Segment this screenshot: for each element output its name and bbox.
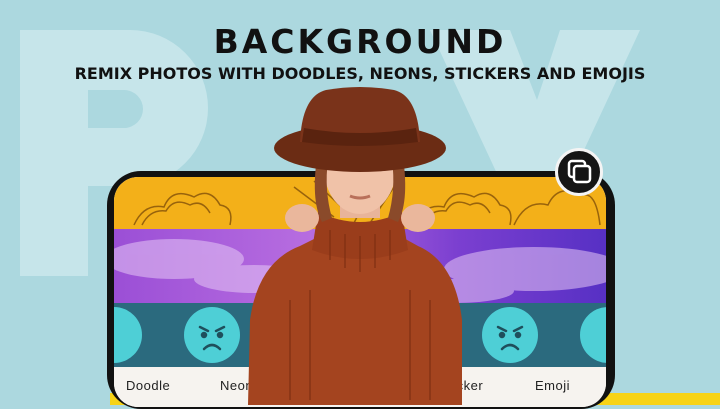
sad-face-sticker (184, 307, 240, 363)
tab-neons[interactable]: Neons (220, 378, 260, 393)
phone-screen: Doodle Neons Background Sticker Emoji (114, 177, 606, 407)
page-title: BACKGROUND (213, 22, 507, 61)
tab-emoji[interactable]: Emoji (535, 378, 570, 393)
neon-clouds (114, 239, 606, 303)
layers-icon (567, 159, 592, 184)
category-tab-bar: Doodle Neons Background Sticker Emoji (114, 367, 606, 407)
tab-sticker[interactable]: Sticker (440, 378, 483, 393)
doodle-background-band[interactable] (114, 177, 606, 229)
page-subtitle: REMIX PHOTOS WITH DOODLES, NEONS, STICKE… (74, 64, 646, 83)
layers-button[interactable] (555, 148, 603, 196)
doodle-pattern (133, 180, 601, 226)
tab-background[interactable]: Background (312, 378, 399, 394)
sad-face-sticker (580, 307, 606, 363)
sad-face-sticker (482, 307, 538, 363)
sticker-background-band[interactable] (114, 303, 606, 367)
tab-doodle[interactable]: Doodle (126, 378, 170, 393)
neon-background-band[interactable] (114, 229, 606, 303)
sad-face-sticker (114, 307, 142, 363)
